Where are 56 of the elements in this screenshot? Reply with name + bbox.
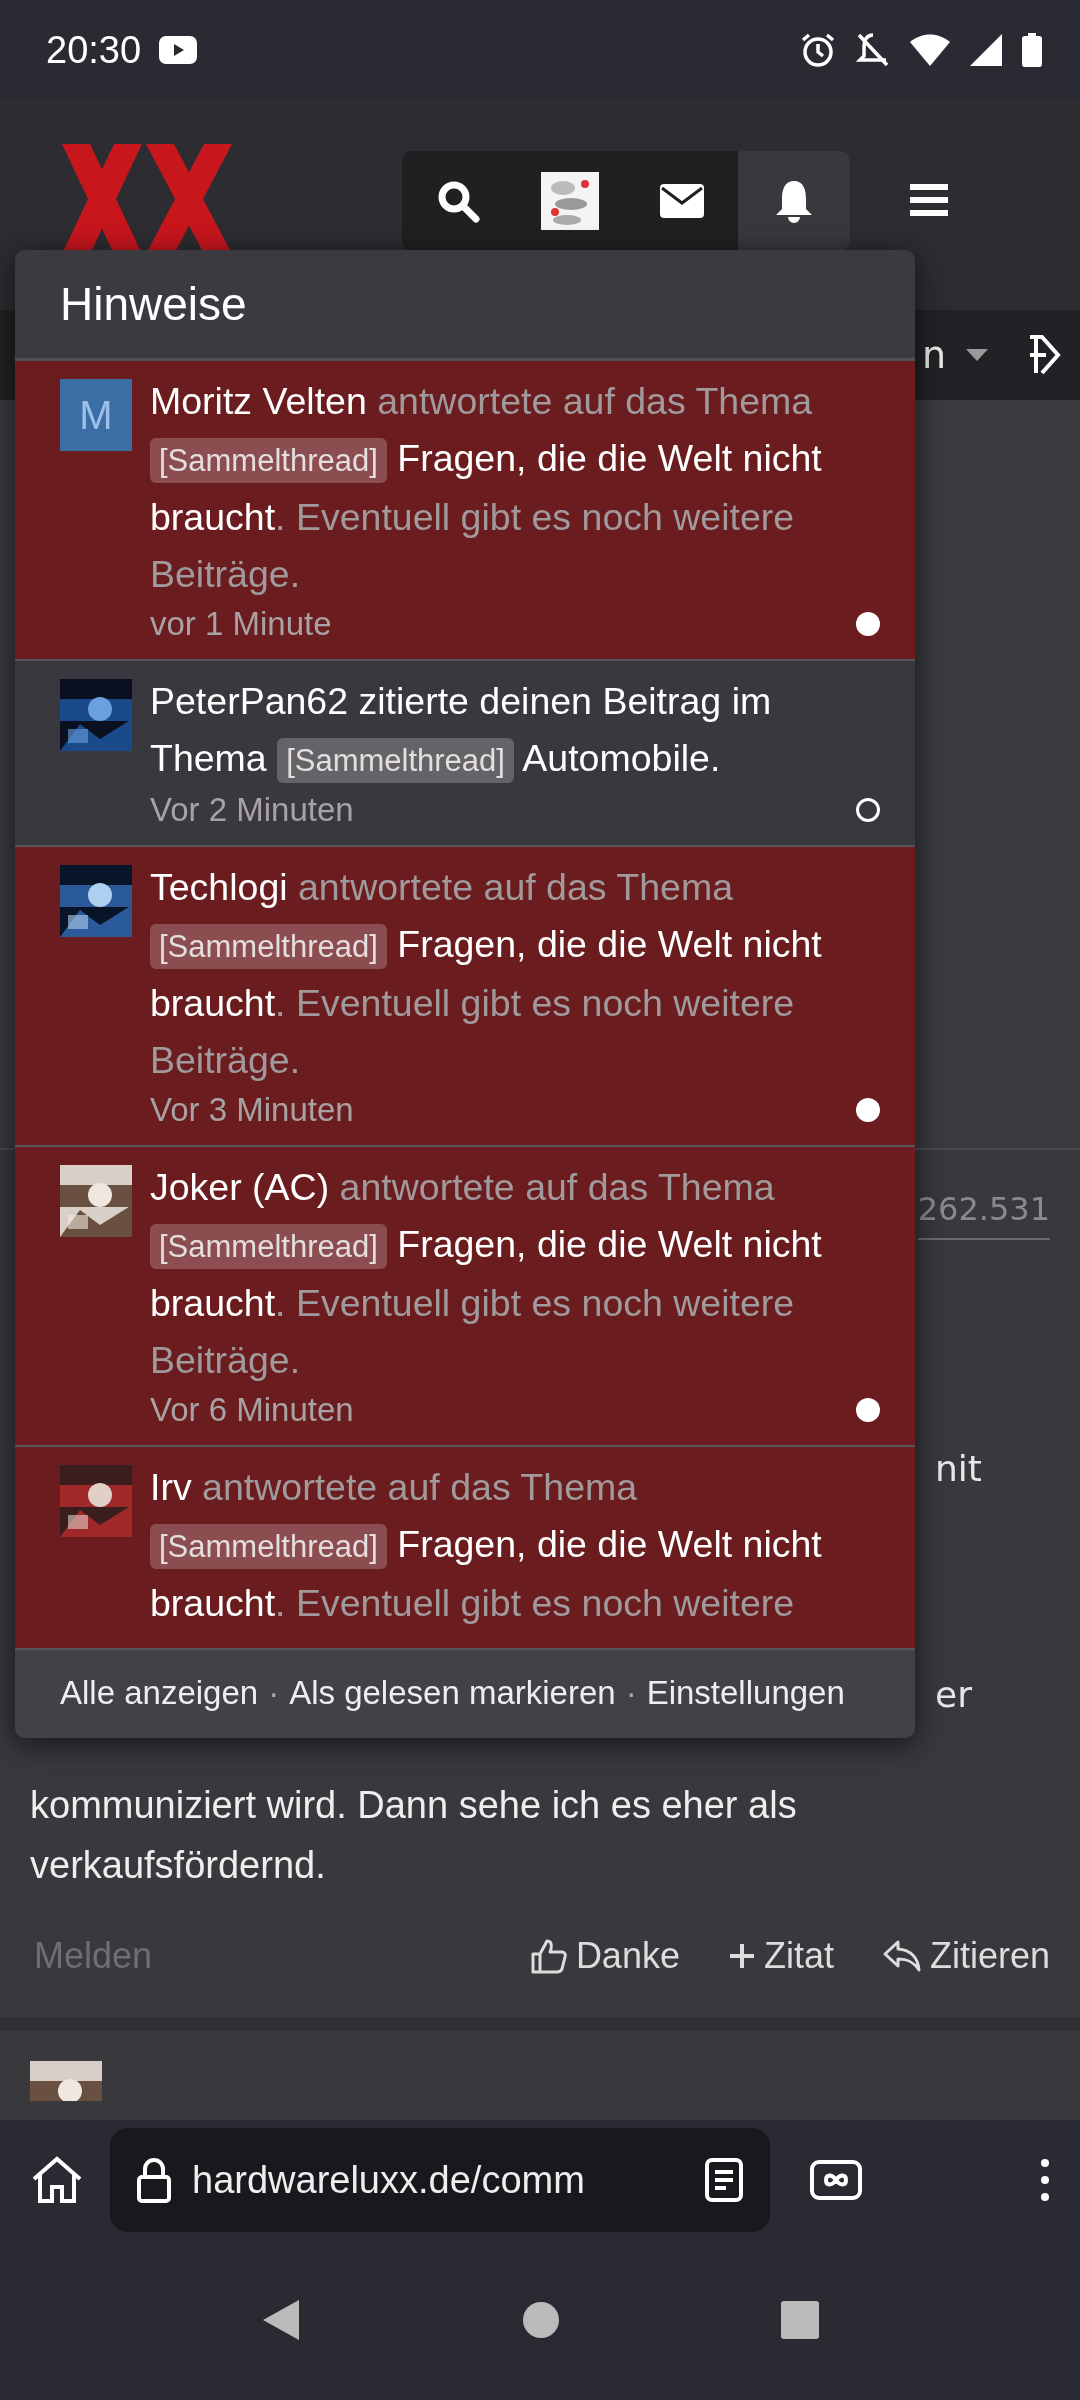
timestamp: Vor 6 Minuten [150,1391,354,1429]
reply-button[interactable]: Zitieren [881,1935,1050,1977]
timestamp: Vor 2 Minuten [150,791,354,829]
footer-link[interactable]: Einstellungen [646,1670,845,1716]
notification-text: PeterPan62 zitierte deinen Beitrag im Thema [Sammelthread] Automobile. [150,673,870,789]
home-icon[interactable] [30,2155,84,2205]
timestamp: vor 1 Minute [150,605,332,643]
search-icon [436,179,480,223]
separator: · [625,1673,637,1713]
separator: · [268,1673,280,1713]
caret-icon[interactable] [966,349,988,361]
notification-item[interactable]: PeterPan62 zitierte deinen Beitrag im Thema [Sammelthread] Automobile. Vor 2 Minuten [15,661,915,847]
recents-icon[interactable] [781,2301,820,2339]
timestamp: Vor 3 Minuten [150,1091,354,1129]
wifi-icon [910,34,950,66]
read-status-dot[interactable] [856,1398,880,1422]
post-text: er [935,1674,973,1715]
footer-link[interactable]: Alle anzeigen [60,1670,259,1716]
notification-item[interactable]: M Moritz Velten antwortete auf das Thema [Sammelthread] Fragen, die die Welt nicht braucht. Eventuell gibt es noch weitere Beiträge. vor 1 Minute [15,361,915,661]
battery-icon [1022,33,1042,67]
reader-icon[interactable] [704,2157,744,2203]
post-text: kommuniziert wird. Dann sehe ich es eher als verkaufsfördernd. [30,1783,798,1888]
reply-icon [881,1939,922,1973]
address-bar[interactable]: hardwareluxx.de/comm [110,2128,770,2232]
like-button[interactable]: Danke [529,1935,680,1977]
bell-icon [774,179,814,223]
add-quote-button[interactable]: Zitat [727,1935,834,1977]
notification-text: Joker (AC) antwortete auf das Thema [Sammelthread] Fragen, die die Welt nicht braucht. Eventuell gibt es noch weitere Beiträge. [150,1165,823,1383]
signal-icon [970,34,1002,66]
read-status-dot[interactable] [856,612,880,636]
plus-icon [727,1942,756,1970]
notification-item[interactable]: Irv antwortete auf das Thema [Sammelthread] Fragen, die die Welt nicht braucht. Eventuell gibt es noch weitere [15,1447,915,1650]
read-status-dot[interactable] [856,1098,880,1122]
mail-icon [660,184,704,218]
post-text: nit [935,1448,983,1489]
notification-item[interactable]: Joker (AC) antwortete auf das Thema [Sammelthread] Fragen, die die Welt nicht braucht. Eventuell gibt es noch weitere Beiträge. Vor 6 Minuten [15,1147,915,1447]
notification-text: Irv antwortete auf das Thema [Sammelthread] Fragen, die die Welt nicht braucht. Eventuell gibt es noch weitere [150,1465,823,1626]
notification-text: Moritz Velten antwortete auf das Thema [Sammelthread] Fragen, die die Welt nicht braucht. Eventuell gibt es noch weitere Beiträge. [150,379,823,597]
lock-icon [136,2157,172,2203]
muted-bell-icon [856,32,890,68]
play-icon [159,36,198,64]
more-icon[interactable] [1040,2158,1050,2202]
footer-link[interactable]: Als gelesen markieren [289,1670,616,1716]
nav-label[interactable]: n [921,333,946,377]
avatar: M [60,379,132,451]
notification-text: Techlogi antwortete auf das Thema [Sammelthread] Fragen, die die Welt nicht braucht. Eventuell gibt es noch weitere Beiträge. [150,865,823,1083]
toolbar-button[interactable] [738,151,850,251]
menu-icon[interactable] [910,184,948,216]
home-button-icon[interactable] [522,2301,560,2339]
tabs-icon[interactable] [810,2160,862,2200]
notification-item[interactable]: Techlogi antwortete auf das Thema [Sammelthread] Fragen, die die Welt nicht braucht. Eventuell gibt es noch weitere Beiträge. Vor 3 Minuten [15,847,915,1147]
alarm-icon [800,32,836,68]
sign-in-icon[interactable] [1028,333,1062,377]
read-status-dot[interactable] [856,798,880,822]
clock: 20:30 [46,28,142,72]
thumbs-up-icon [529,1937,568,1975]
